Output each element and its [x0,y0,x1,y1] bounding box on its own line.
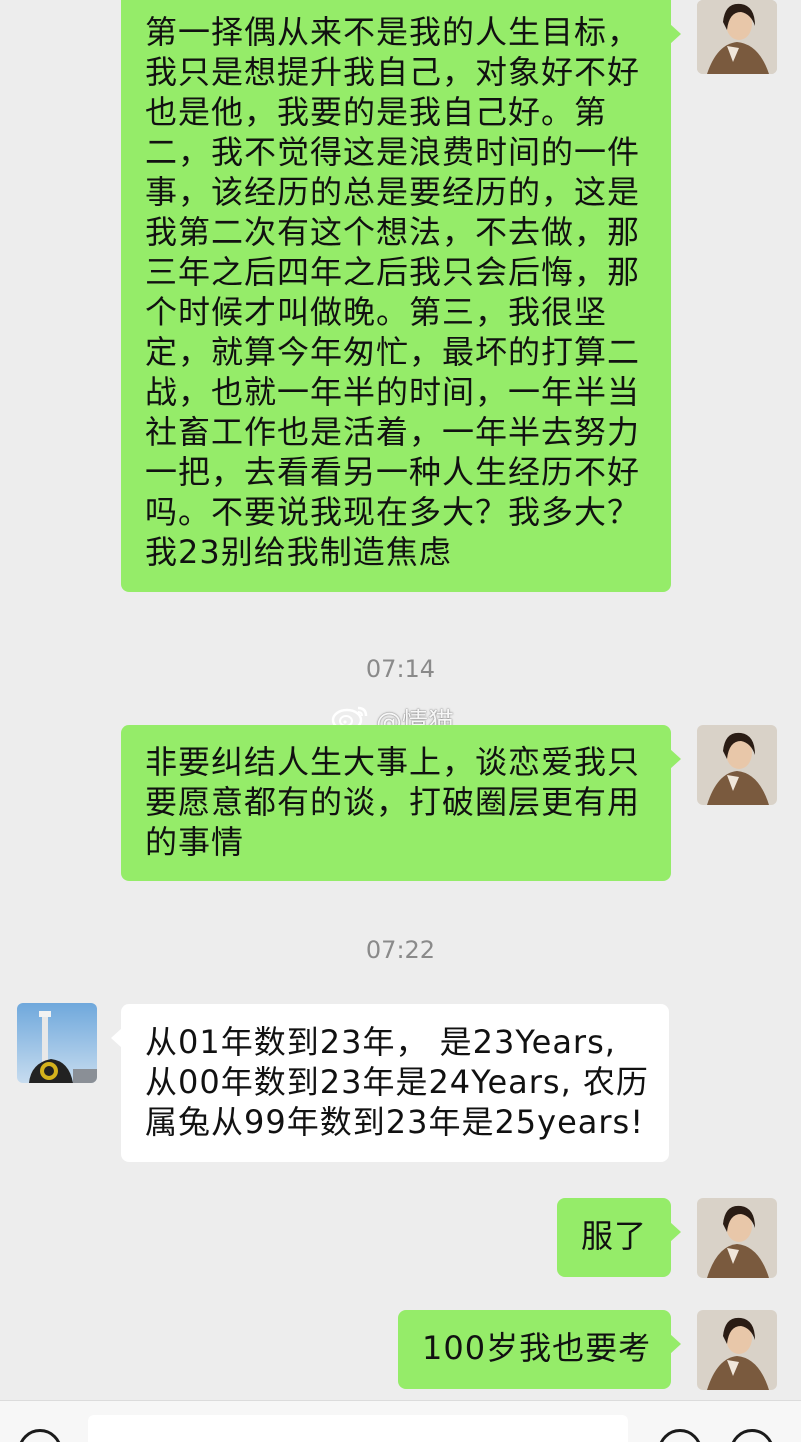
self-avatar[interactable] [697,1310,777,1390]
chat-area[interactable]: 第一择偶从来不是我的人生目标，我只是想提升我自己，对象好不好也是他，我要的是我自… [0,0,801,1400]
input-bar [0,1400,801,1442]
contact-avatar[interactable] [17,1003,97,1083]
message-bubble-sent[interactable]: 服了 [557,1198,681,1277]
timestamp: 07:22 [365,936,436,964]
message-bubble-sent[interactable]: 非要纠结人生大事上，谈恋爱我只要愿意都有的谈，打破圈层更有用的事情 [121,725,681,881]
voice-icon[interactable] [18,1429,62,1442]
self-avatar[interactable] [697,725,777,805]
plus-icon[interactable] [730,1429,774,1442]
message-input[interactable] [88,1415,628,1442]
self-avatar[interactable] [697,1198,777,1278]
self-avatar[interactable] [697,0,777,74]
emoji-icon[interactable] [658,1429,702,1442]
message-bubble-received[interactable]: 从01年数到23年， 是23Years, 从00年数到23年是24Years, … [111,1004,669,1162]
timestamp: 07:14 [365,655,436,683]
message-bubble-sent[interactable]: 第一择偶从来不是我的人生目标，我只是想提升我自己，对象好不好也是他，我要的是我自… [121,0,681,592]
message-bubble-sent[interactable]: 100岁我也要考 [398,1310,681,1389]
